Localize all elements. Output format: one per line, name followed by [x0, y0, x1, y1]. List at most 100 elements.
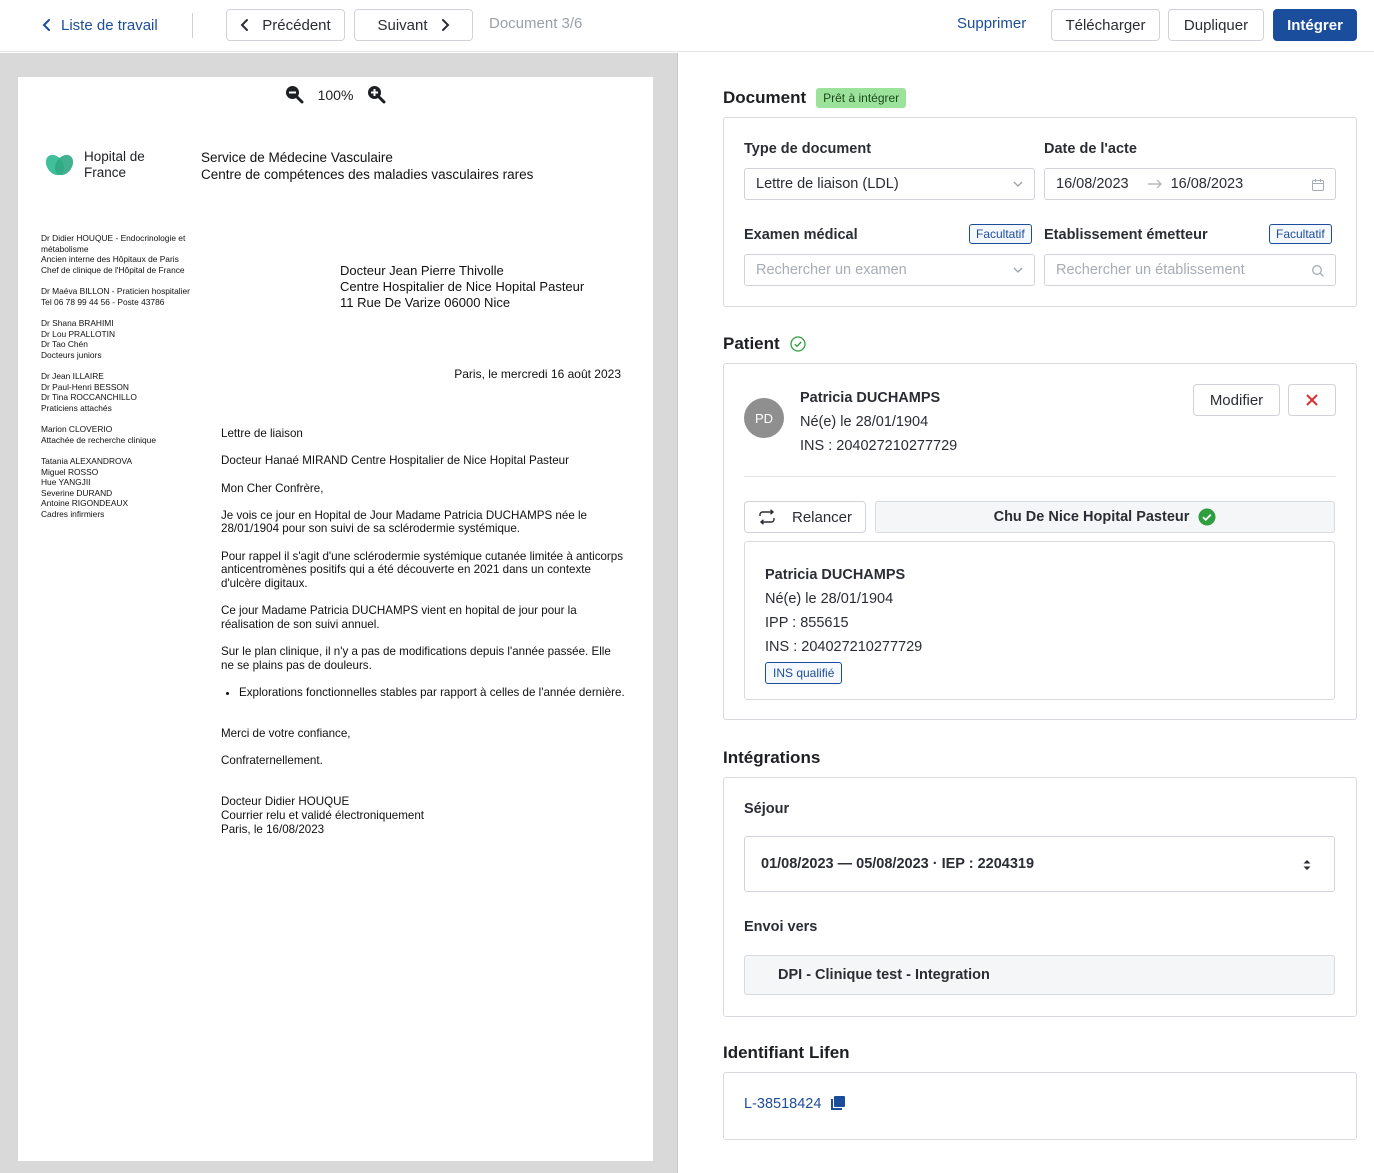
top-toolbar: Liste de travail Précédent Suivant Docum…	[0, 0, 1374, 52]
staff-line: Dr Shana BRAHIMI	[41, 318, 114, 328]
integrations-title-text: Intégrations	[723, 748, 821, 767]
document-type-select[interactable]: Lettre de liaison (LDL)	[744, 168, 1035, 200]
check-circle-filled-icon	[1198, 508, 1216, 526]
next-button[interactable]: Suivant	[354, 9, 473, 41]
hospital-logo-text: Hopital de France	[84, 149, 145, 181]
chevron-down-icon	[1013, 267, 1023, 273]
duplicate-button[interactable]: Dupliquer	[1168, 9, 1264, 41]
staff-line: Severine DURAND	[41, 487, 113, 498]
document-section-title: Document Prêt à intégrer	[723, 88, 907, 108]
divider	[744, 476, 1336, 477]
date-to-value: 16/08/2023	[1170, 176, 1244, 192]
staff-line: Praticiens attachés	[41, 402, 112, 413]
staff-group: Dr Maéva BILLON - Praticien hospitalier T…	[41, 286, 216, 307]
service-line: Centre de compétences des maladies vascu…	[201, 167, 534, 182]
calendar-icon	[1312, 179, 1324, 191]
lifen-id-section-title: Identifiant Lifen	[723, 1043, 850, 1063]
patient-title-text: Patient	[723, 334, 780, 353]
sort-arrows-icon	[1303, 860, 1311, 870]
record-ins: INS : 204027210277729	[765, 639, 923, 655]
signature-line: Docteur Didier HOUQUE	[221, 795, 350, 809]
document-type-value: Lettre de liaison (LDL)	[756, 176, 899, 192]
optional-badge: Facultatif	[1269, 224, 1332, 244]
establishment-search-input[interactable]: Rechercher un établissement	[1044, 254, 1336, 286]
integrate-button[interactable]: Intégrer	[1273, 9, 1357, 41]
letter-paragraph: Ce jour Madame Patricia DUCHAMPS vient e…	[221, 604, 577, 631]
establishment-tab[interactable]: Chu De Nice Hopital Pasteur	[875, 501, 1335, 533]
recipient-address: Docteur Jean Pierre Thivolle Centre Hosp…	[340, 263, 584, 311]
staff-line: Miguel ROSSO	[41, 466, 99, 477]
edit-patient-button[interactable]: Modifier	[1193, 384, 1280, 416]
address-line: Centre Hospitalier de Nice Hopital Paste…	[340, 279, 585, 294]
stay-label: Séjour	[744, 801, 790, 817]
staff-line: Marion CLOVERIO	[41, 424, 113, 434]
close-icon	[1306, 394, 1318, 406]
integrations-section-title: Intégrations	[723, 748, 820, 768]
avatar: PD	[744, 398, 784, 438]
patient-birth: Né(e) le 28/01/1904	[800, 414, 929, 430]
signature-line: Paris, le 16/08/2023	[221, 822, 325, 836]
staff-group: Dr Didier HOUQUE - Endocrinologie et méta…	[41, 233, 216, 275]
staff-group: Tatania ALEXANDROVA Miguel ROSSO Hue YANGJ…	[41, 456, 216, 519]
previous-button[interactable]: Précédent	[226, 9, 345, 41]
relaunch-label: Relancer	[791, 508, 853, 526]
ins-qualified-badge: INS qualifié	[765, 662, 843, 684]
act-date-label: Date de l'acte	[1044, 141, 1137, 157]
document-card: Type de document Lettre de liaison (LDL)…	[723, 117, 1357, 307]
hospital-logo-icon	[45, 154, 74, 176]
document-type-label: Type de document	[744, 141, 872, 157]
toolbar-divider	[192, 13, 193, 38]
search-icon	[1312, 265, 1324, 277]
relaunch-button[interactable]: Relancer	[744, 501, 866, 533]
letter-thanks: Merci de votre confiance,	[221, 726, 351, 740]
zoom-level: 100%	[317, 86, 354, 103]
staff-group: Marion CLOVERIO Attachée de recherche cli…	[41, 424, 216, 445]
remove-patient-button[interactable]	[1288, 384, 1336, 416]
copy-icon[interactable]	[829, 1095, 846, 1112]
staff-line: Chef de clinique de l'Hôpital de France	[41, 264, 185, 275]
delete-button[interactable]: Supprimer	[957, 15, 1026, 32]
stay-select[interactable]: 01/08/2023 — 05/08/2023 · IEP : 2204319	[744, 836, 1335, 892]
letter-bullet: Explorations fonctionnelles stables par …	[239, 686, 625, 700]
staff-line: Dr Paul-Henri BESSON	[41, 381, 129, 392]
back-to-worklist-link[interactable]: Liste de travail	[42, 14, 158, 36]
letter-paragraph: Pour rappel il s'agit d'une sclérodermie…	[221, 549, 624, 590]
staff-group: Dr Jean ILLAIRE Dr Paul-Henri BESSON Dr Ti…	[41, 371, 216, 413]
staff-line: Docteurs juniors	[41, 349, 102, 360]
zoom-in-icon[interactable]	[367, 85, 386, 104]
letter-date: Paris, le mercredi 16 août 2023	[454, 367, 621, 381]
letter-addressee: Docteur Hanaé MIRAND Centre Hospitalier …	[221, 454, 569, 468]
destination-item[interactable]: DPI - Clinique test - Integration	[744, 955, 1335, 995]
letter-closing: Confraternellement.	[221, 753, 323, 767]
exam-search-select[interactable]: Rechercher un examen	[744, 254, 1035, 286]
integrate-label: Intégrer	[1287, 16, 1343, 34]
download-button[interactable]: Télécharger	[1051, 9, 1160, 41]
address-line: Docteur Jean Pierre Thivolle	[340, 263, 504, 278]
lifen-id-card: L-38518424	[723, 1072, 1357, 1140]
act-date-range[interactable]: 16/08/2023 16/08/2023	[1044, 168, 1336, 200]
status-badge: Prêt à intégrer	[816, 88, 907, 108]
hospital-logo: Hopital de France	[44, 149, 145, 181]
patient-ins: INS : 204027210277729	[800, 438, 958, 454]
staff-line: Dr Maéva BILLON - Praticien hospitalier	[41, 286, 190, 296]
destination-value: DPI - Clinique test - Integration	[778, 967, 990, 983]
signature-line: Courrier relu et validé électroniquement	[221, 809, 424, 822]
staff-line: Cadres infirmiers	[41, 508, 105, 519]
zoom-out-icon[interactable]	[285, 85, 304, 104]
staff-line: Dr Jean ILLAIRE	[41, 371, 104, 381]
arrow-right-icon	[1147, 179, 1162, 189]
record-info: Patricia DUCHAMPS Né(e) le 28/01/1904 IP…	[765, 563, 922, 685]
chevron-right-icon	[441, 19, 449, 31]
next-label: Suivant	[377, 16, 428, 34]
staff-line: métabolisme	[41, 243, 89, 254]
staff-line: Dr Tina ROCCANCHILLO	[41, 392, 137, 402]
refresh-icon	[759, 509, 775, 525]
staff-line: Antoine RIGONDEAUX	[41, 498, 129, 508]
lifen-id-copy[interactable]: L-38518424	[744, 1095, 846, 1112]
establishment-patient-record: Patricia DUCHAMPS Né(e) le 28/01/1904 IP…	[744, 541, 1335, 700]
record-name: Patricia DUCHAMPS	[765, 567, 906, 583]
establishment-placeholder: Rechercher un établissement	[1056, 262, 1245, 278]
chevron-down-icon	[1013, 181, 1023, 187]
date-from-value: 16/08/2023	[1056, 176, 1129, 192]
document-viewer[interactable]: 100% Hopital de France Service de Médeci…	[0, 53, 678, 1173]
